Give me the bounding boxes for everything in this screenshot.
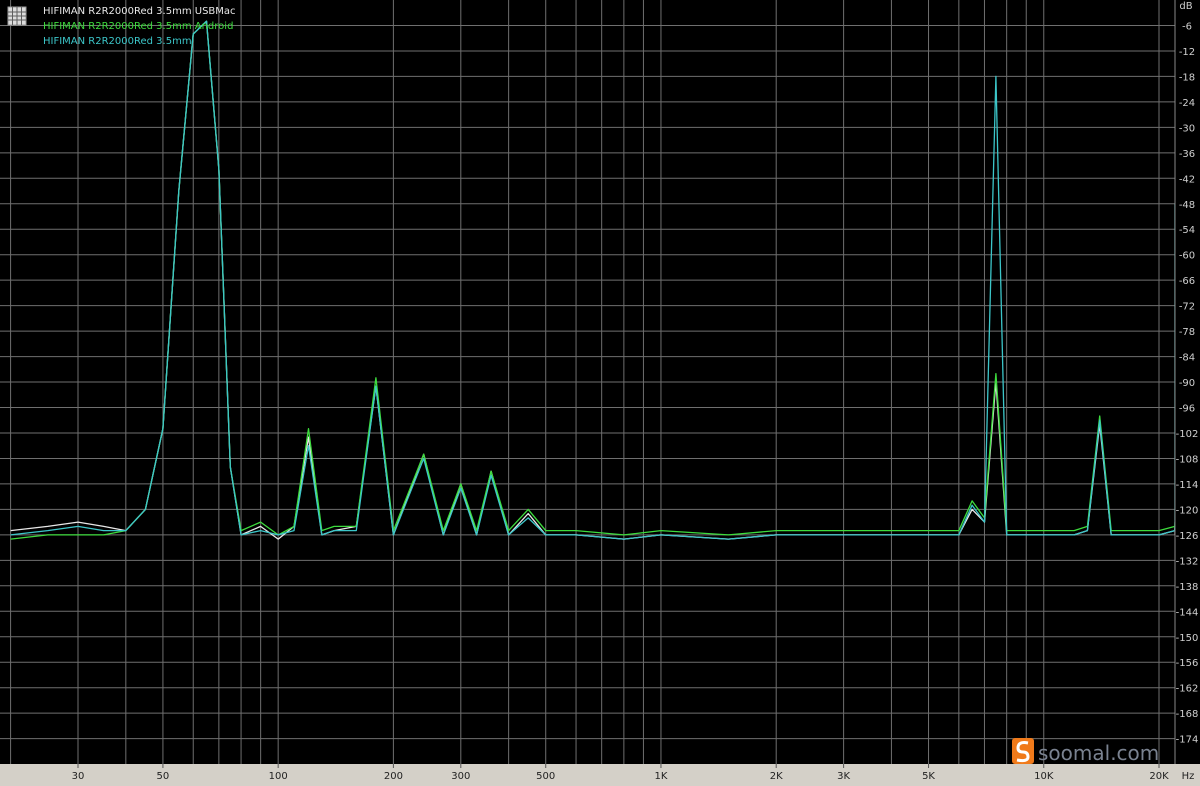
y-tick-label: -66 (1179, 276, 1195, 287)
x-tick-label: 20K (1149, 771, 1169, 782)
y-tick-label: -12 (1179, 47, 1195, 58)
watermark-text: soomal.com (1038, 741, 1159, 765)
y-tick-label: -78 (1179, 327, 1195, 338)
legend-item-android: HIFIMAN R2R2000Red 3.5mm Android (43, 21, 233, 32)
y-tick-label: -6 (1182, 21, 1192, 32)
y-tick-label: -24 (1179, 98, 1195, 109)
x-tick-label: 10K (1034, 771, 1054, 782)
x-axis-unit-label: Hz (1182, 771, 1195, 782)
y-tick-label: -102 (1176, 429, 1199, 440)
y-tick-label: -84 (1179, 353, 1195, 364)
y-tick-label: -90 (1179, 378, 1195, 389)
y-tick-label: -150 (1176, 633, 1199, 644)
x-axis: 30 50 100 200 300 500 1K 2K 3K 5K 10K 20K Hz (0, 764, 1200, 786)
grid-icon (7, 6, 27, 26)
y-axis-unit-label: dB (1179, 1, 1192, 12)
x-tick-label: 3K (837, 771, 850, 782)
x-axis-panel (0, 764, 1200, 786)
spectrum-chart: 30 50 100 200 300 500 1K 2K 3K 5K 10K 20K Hz dB -6 -12… (0, 0, 1200, 786)
x-tick-label: 1K (655, 771, 668, 782)
y-tick-label: -156 (1176, 658, 1199, 669)
y-tick-label: -54 (1179, 225, 1195, 236)
y-tick-label: -60 (1179, 251, 1195, 262)
y-tick-label: -96 (1179, 404, 1195, 415)
y-tick-label: -36 (1179, 149, 1195, 160)
legend-item-35mm: HIFIMAN R2R2000Red 3.5mm (43, 36, 192, 47)
y-axis: dB -6 -12 -18 -24 -30 -36 -42 -48 -54 -60 -66 -72 -78… (1174, 0, 1200, 764)
y-tick-label: -132 (1176, 556, 1199, 567)
y-tick-label: -174 (1176, 735, 1199, 746)
y-tick-label: -162 (1176, 684, 1199, 695)
x-tick-label: 300 (451, 771, 470, 782)
soomal-logo-icon (1012, 738, 1034, 764)
y-tick-label: -120 (1176, 505, 1199, 516)
y-tick-label: -30 (1179, 123, 1195, 134)
y-tick-label: -138 (1176, 582, 1199, 593)
y-tick-label: -126 (1176, 531, 1199, 542)
y-tick-label: -42 (1179, 174, 1195, 185)
x-tick-label: 30 (72, 771, 85, 782)
x-tick-label: 5K (922, 771, 935, 782)
y-tick-label: -114 (1176, 480, 1199, 491)
x-tick-label: 200 (384, 771, 403, 782)
y-tick-label: -72 (1179, 302, 1195, 313)
x-tick-label: 50 (157, 771, 170, 782)
y-tick-label: -48 (1179, 200, 1195, 211)
y-tick-label: -18 (1179, 72, 1195, 83)
legend-item-usbmac: HIFIMAN R2R2000Red 3.5mm USBMac (43, 6, 236, 17)
x-tick-label: 2K (770, 771, 783, 782)
x-tick-label: 500 (536, 771, 555, 782)
x-tick-label: 100 (269, 771, 288, 782)
y-tick-label: -108 (1176, 454, 1199, 465)
y-tick-label: -168 (1176, 709, 1199, 720)
plot-background (0, 0, 1200, 786)
y-tick-label: -144 (1176, 607, 1199, 618)
